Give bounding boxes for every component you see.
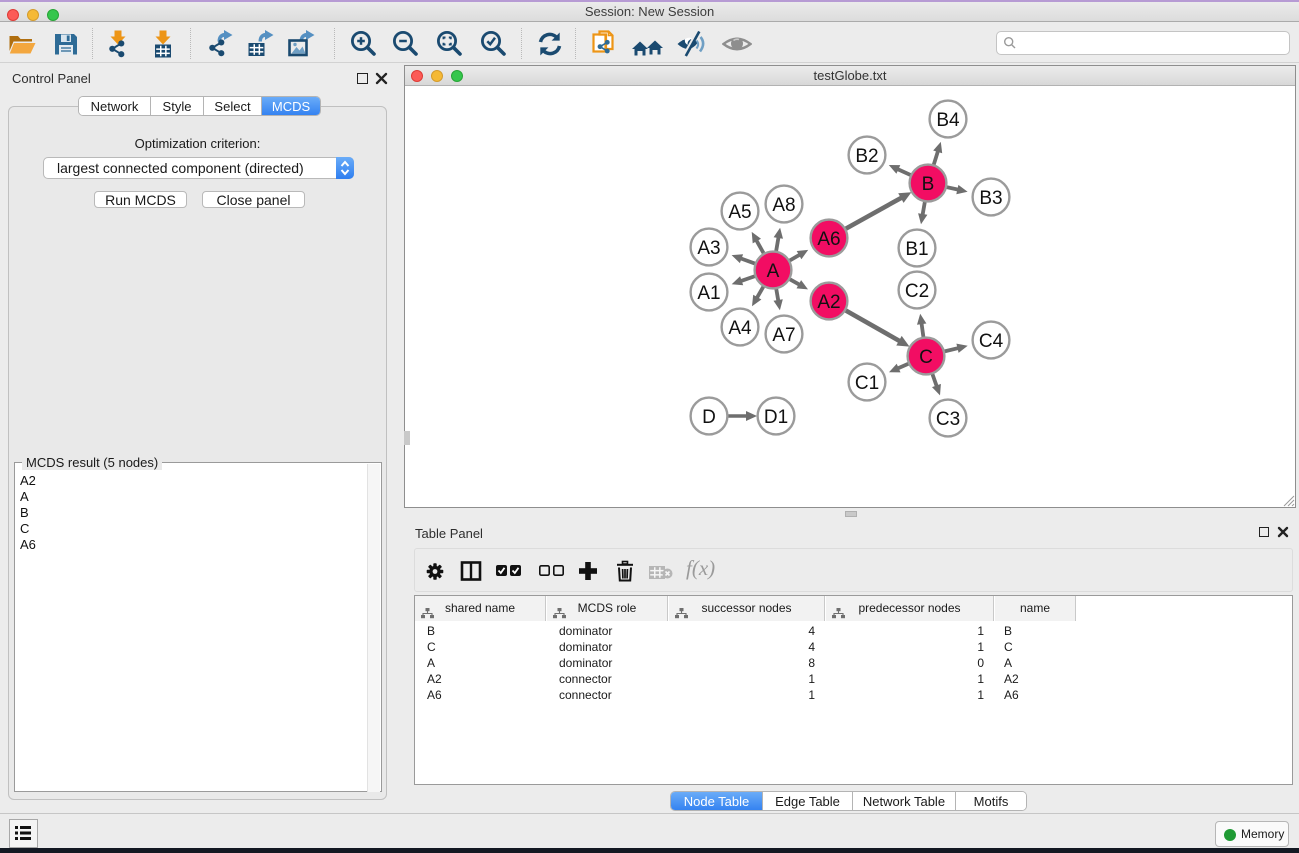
svg-text:A3: A3 [697, 238, 720, 259]
svg-text:D1: D1 [764, 407, 788, 428]
svg-text:A8: A8 [772, 195, 795, 216]
svg-text:C1: C1 [855, 373, 879, 394]
svg-text:A: A [767, 261, 780, 282]
svg-text:B3: B3 [979, 188, 1002, 209]
svg-text:A5: A5 [728, 202, 751, 223]
svg-text:B4: B4 [936, 110, 960, 131]
svg-text:D: D [702, 407, 716, 428]
svg-text:A6: A6 [817, 229, 840, 250]
svg-text:A4: A4 [728, 318, 752, 339]
svg-text:C3: C3 [936, 409, 960, 430]
svg-text:A7: A7 [772, 325, 795, 346]
svg-text:C4: C4 [979, 331, 1004, 352]
svg-text:B1: B1 [905, 239, 928, 260]
svg-text:C: C [919, 347, 933, 368]
svg-text:B2: B2 [855, 146, 878, 167]
svg-text:A2: A2 [817, 292, 840, 313]
svg-text:A1: A1 [697, 283, 720, 304]
svg-text:B: B [922, 174, 935, 195]
svg-text:C2: C2 [905, 281, 929, 302]
